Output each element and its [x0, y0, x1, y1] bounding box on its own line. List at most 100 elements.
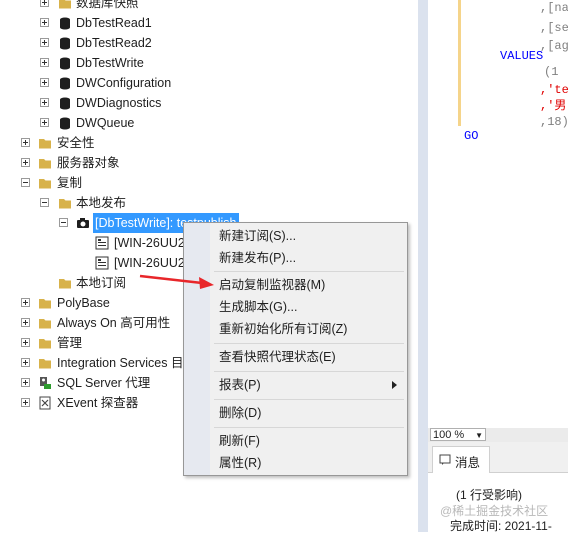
- tree-node-label: 本地订阅: [76, 276, 127, 290]
- results-tabbar: 消息: [428, 442, 568, 473]
- expand-icon[interactable]: [40, 118, 49, 127]
- folder-icon: [39, 139, 51, 149]
- menu-separator: [214, 371, 404, 372]
- menu-item-label: 新建发布(P)...: [219, 251, 297, 265]
- expand-icon[interactable]: [40, 18, 49, 27]
- menu-item-label: 查看快照代理状态(E): [219, 350, 336, 364]
- tree-node-label: SQL Server 代理: [57, 376, 151, 390]
- collapse-icon[interactable]: [40, 198, 49, 207]
- menu-item-delete[interactable]: 删除(D): [184, 402, 407, 424]
- menu-item-refresh[interactable]: 刷新(F): [184, 430, 407, 452]
- menu-item-label: 属性(R): [219, 456, 262, 470]
- menu-item-label: 启动复制监视器(M): [219, 278, 326, 292]
- expand-icon[interactable]: [21, 158, 30, 167]
- menu-item-properties[interactable]: 属性(R): [184, 452, 407, 474]
- menu-separator: [214, 271, 404, 272]
- expand-icon[interactable]: [40, 38, 49, 47]
- expand-icon[interactable]: [21, 138, 30, 147]
- tree-node-label: DbTestWrite: [76, 56, 144, 70]
- menu-item-reports[interactable]: 报表(P): [184, 374, 407, 396]
- tab-messages[interactable]: 消息: [432, 446, 490, 473]
- change-bar: [458, 0, 461, 126]
- folder-icon: [39, 299, 51, 309]
- expand-icon[interactable]: [40, 58, 49, 67]
- tree-node-label: [WIN-26UU2: [114, 256, 185, 270]
- expand-icon[interactable]: [21, 398, 30, 407]
- menu-separator: [214, 343, 404, 344]
- tree-node-label: 管理: [57, 336, 83, 350]
- folder-icon: [39, 319, 51, 329]
- splitter[interactable]: [418, 0, 428, 532]
- tree-node-label: Integration Services 目录: [57, 356, 196, 370]
- menu-item-label: 重新初始化所有订阅(Z): [219, 322, 348, 336]
- code-line: (1: [544, 65, 559, 79]
- expand-icon[interactable]: [40, 98, 49, 107]
- tree-node-label: [WIN-26UU2: [114, 236, 185, 250]
- expand-icon[interactable]: [21, 298, 30, 307]
- zoom-select[interactable]: 100 % ▼: [430, 428, 486, 441]
- menu-item-view-snapshot-agent-status[interactable]: 查看快照代理状态(E): [184, 346, 407, 368]
- menu-item-new-publication[interactable]: 新建发布(P)...: [184, 247, 407, 269]
- folder-icon: [59, 199, 71, 209]
- menu-item-label: 刷新(F): [219, 434, 260, 448]
- menu-separator: [214, 427, 404, 428]
- tree-node-label: 复制: [57, 176, 83, 190]
- tree-node-label: 本地发布: [76, 196, 127, 210]
- folder-icon: [39, 179, 51, 189]
- code-line: ,18): [540, 115, 568, 129]
- expand-icon[interactable]: [21, 338, 30, 347]
- expand-icon[interactable]: [21, 358, 30, 367]
- database-icon: [60, 17, 70, 30]
- folder-icon: [39, 339, 51, 349]
- completion-time-text: 完成时间: 2021-11-: [450, 519, 552, 533]
- tree-node-label: DbTestRead1: [76, 16, 152, 30]
- expand-icon[interactable]: [21, 378, 30, 387]
- code-line: GO: [464, 129, 479, 143]
- menu-separator: [214, 399, 404, 400]
- code-line: ,[se: [540, 21, 568, 35]
- expand-icon[interactable]: [40, 0, 49, 7]
- tree-node-label: DbTestRead2: [76, 36, 152, 50]
- menu-item-new-subscription[interactable]: 新建订阅(S)...: [184, 225, 407, 247]
- menu-item-label: 删除(D): [219, 406, 262, 420]
- tree-node-label: 服务器对象: [57, 156, 120, 170]
- tree-node-label: 安全性: [57, 136, 95, 150]
- database-icon: [60, 117, 70, 130]
- context-menu: 新建订阅(S)... 新建发布(P)... 启动复制监视器(M) 生成脚本(G)…: [183, 222, 408, 476]
- tree-node-label: DWConfiguration: [76, 76, 172, 90]
- code-line: ,[ag: [540, 39, 568, 53]
- tree-node-label: DWQueue: [76, 116, 135, 130]
- collapse-icon[interactable]: [59, 218, 68, 227]
- agent-icon: [40, 377, 51, 389]
- rows-affected-text: (1 行受影响): [456, 488, 523, 502]
- tab-label: 消息: [455, 456, 481, 470]
- zoom-value: 100 %: [433, 429, 465, 441]
- folder-icon: [39, 359, 51, 369]
- collapse-icon[interactable]: [21, 178, 30, 187]
- database-icon: [60, 97, 70, 110]
- menu-item-reinitialize-subscriptions[interactable]: 重新初始化所有订阅(Z): [184, 318, 407, 340]
- code-line: ,[na: [540, 1, 568, 15]
- menu-item-launch-replication-monitor[interactable]: 启动复制监视器(M): [184, 274, 407, 296]
- expand-icon[interactable]: [40, 78, 49, 87]
- tree-node-label: DWDiagnostics: [76, 96, 162, 110]
- menu-item-label: 报表(P): [219, 378, 261, 392]
- folder-icon: [39, 159, 51, 169]
- tree-node-label: PolyBase: [57, 296, 110, 310]
- camera-icon: [77, 218, 89, 228]
- tree-node-label: XEvent 探查器: [57, 396, 139, 410]
- code-line: VALUES: [500, 49, 544, 63]
- menu-item-generate-scripts[interactable]: 生成脚本(G)...: [184, 296, 407, 318]
- editor-area[interactable]: [428, 150, 568, 428]
- tree-node-label: 数据库快照: [76, 0, 139, 10]
- tree-node-label: Always On 高可用性: [57, 316, 171, 330]
- menu-item-label: 生成脚本(G)...: [219, 300, 298, 314]
- watermark: @稀土掘金技术社区: [440, 504, 549, 518]
- database-icon: [60, 37, 70, 50]
- folder-icon: [59, 0, 71, 9]
- chevron-down-icon: ▼: [475, 431, 483, 440]
- query-editor[interactable]: ,[na ,[se ,[ag VALUES (1 ,'te ,'男 ,18) G…: [428, 0, 568, 150]
- expand-icon[interactable]: [21, 318, 30, 327]
- submenu-arrow-icon: [392, 381, 397, 389]
- folder-icon: [59, 279, 71, 289]
